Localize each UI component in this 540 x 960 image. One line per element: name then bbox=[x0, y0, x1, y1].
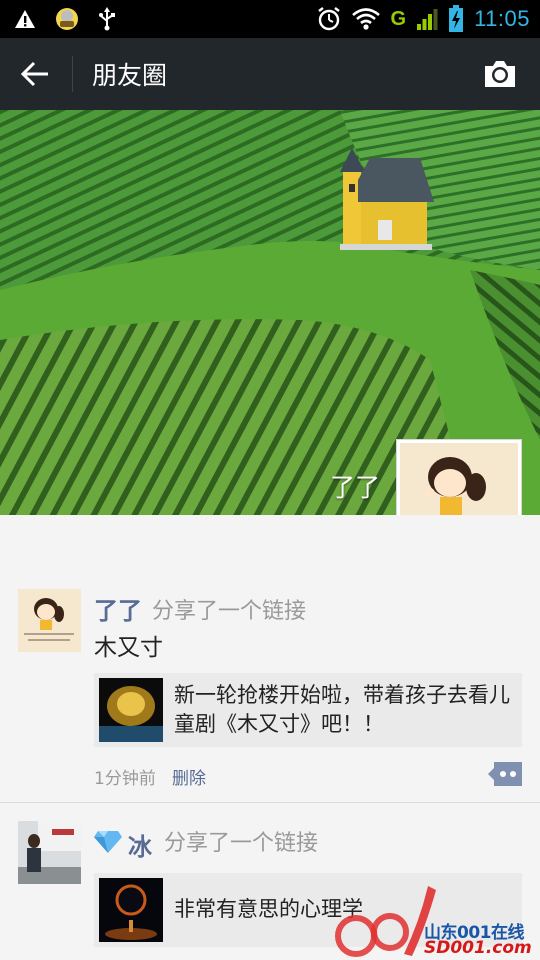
back-button[interactable] bbox=[12, 54, 60, 94]
post-avatar[interactable] bbox=[18, 589, 81, 652]
post-avatar[interactable] bbox=[18, 821, 81, 884]
link-thumbnail bbox=[99, 878, 163, 942]
cover-user-name: 了了 bbox=[330, 473, 381, 502]
comment-dots-icon bbox=[488, 762, 522, 786]
camera-icon bbox=[485, 61, 515, 87]
clock-time: 11:05 bbox=[474, 6, 530, 31]
link-title: 新一轮抢楼开始啦，带着孩子去看儿童剧《木又寸》吧！！ bbox=[174, 683, 510, 736]
title-divider bbox=[72, 56, 73, 92]
title-bar: 朋友圈 bbox=[0, 38, 540, 110]
stage-lights-thumbnail-image bbox=[99, 678, 163, 742]
cartoon-girl-avatar-image bbox=[18, 589, 81, 652]
eclipse-thumbnail-image bbox=[99, 878, 163, 942]
watermark-text-en: SD001.com bbox=[424, 938, 532, 958]
app-notification-icon bbox=[56, 8, 78, 30]
page-title: 朋友圈 bbox=[92, 61, 168, 90]
post-action-text: 分享了一个链接 bbox=[164, 831, 319, 856]
delete-button[interactable]: 删除 bbox=[172, 764, 206, 789]
arrow-left-icon bbox=[20, 61, 48, 87]
post-divider bbox=[0, 802, 540, 803]
post-text: 木又寸 bbox=[94, 635, 163, 661]
post-user-name[interactable]: 了了 bbox=[94, 591, 142, 626]
signal-icon bbox=[417, 9, 438, 30]
usb-icon bbox=[99, 7, 115, 31]
post-timestamp: 1分钟前 bbox=[94, 769, 156, 789]
diamond-icon bbox=[94, 831, 122, 853]
shared-link-card[interactable]: 新一轮抢楼开始啦，带着孩子去看儿童剧《木又寸》吧！！ bbox=[94, 673, 522, 747]
camera-button[interactable] bbox=[482, 56, 518, 92]
wifi-icon bbox=[351, 8, 380, 30]
person-photo-avatar-image bbox=[18, 821, 81, 884]
post-action-text: 分享了一个链接 bbox=[152, 599, 307, 624]
warning-icon bbox=[15, 10, 35, 28]
comment-button[interactable] bbox=[488, 762, 522, 786]
alarm-icon bbox=[317, 7, 340, 31]
status-bar: G 11:05 bbox=[0, 0, 540, 38]
battery-icon bbox=[449, 5, 464, 32]
network-type-label: G bbox=[390, 7, 407, 30]
link-thumbnail bbox=[99, 678, 163, 742]
post-user-name[interactable]: 冰 bbox=[128, 827, 152, 862]
